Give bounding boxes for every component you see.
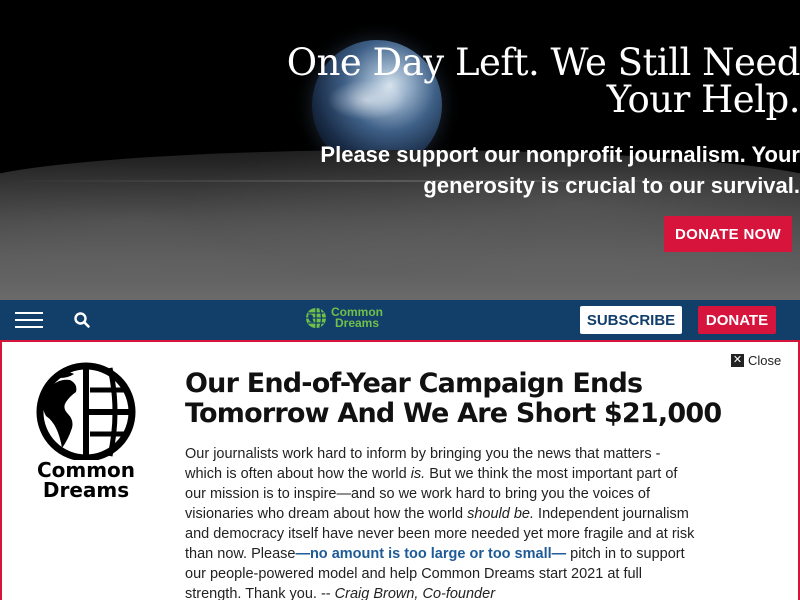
globe-logo-icon bbox=[306, 308, 326, 328]
search-icon[interactable] bbox=[73, 311, 91, 329]
close-button[interactable]: ✕ Close bbox=[731, 353, 781, 368]
hero-subtitle-line1: Please support our nonprofit journalism.… bbox=[320, 142, 800, 167]
hamburger-menu-icon[interactable] bbox=[15, 312, 43, 328]
hero-title: One Day Left. We Still Need Your Help. bbox=[240, 44, 800, 118]
globe-logo-icon bbox=[36, 362, 136, 460]
modal-title-line1: Our End-of-Year Campaign Ends bbox=[185, 368, 643, 399]
logo-text-line2: Dreams bbox=[334, 316, 380, 330]
close-icon: ✕ bbox=[731, 354, 744, 367]
logo-large-text-line1: Common bbox=[36, 458, 136, 482]
hero-subtitle-line2: generosity is crucial to our survival. bbox=[423, 173, 800, 198]
donate-button[interactable]: DONATE bbox=[698, 306, 776, 334]
donate-now-button[interactable]: DONATE NOW bbox=[664, 216, 792, 252]
body-signature: Craig Brown, Co-founder bbox=[334, 586, 496, 600]
modal-body-text: Our journalists work hard to inform by b… bbox=[185, 444, 695, 600]
body-emphasis-should-be: should be. bbox=[467, 506, 535, 522]
logo-large-text-line2: Dreams bbox=[42, 478, 130, 502]
hero-subtitle: Please support our nonprofit journalism.… bbox=[240, 139, 800, 201]
hero-title-line2: Your Help. bbox=[606, 78, 800, 121]
modal-title: Our End-of-Year Campaign Ends Tomorrow A… bbox=[185, 369, 745, 429]
common-dreams-logo-large: Common Dreams bbox=[32, 362, 140, 502]
common-dreams-logo[interactable]: Common Dreams bbox=[304, 305, 396, 331]
body-emphasis-is: is. bbox=[410, 466, 426, 482]
modal-title-line2: Tomorrow And We Are Short $21,000 bbox=[185, 398, 722, 429]
donate-amount-link[interactable]: —no amount is too large or too small— bbox=[295, 546, 566, 562]
hero-title-line1: One Day Left. We Still Need bbox=[286, 41, 800, 84]
close-label: Close bbox=[748, 353, 782, 368]
subscribe-button[interactable]: SUBSCRIBE bbox=[580, 306, 682, 334]
